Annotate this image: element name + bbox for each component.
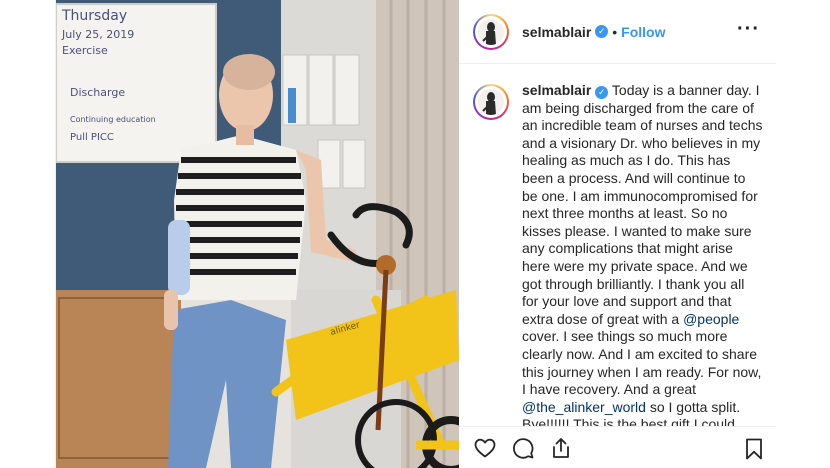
verified-badge-icon: ✓ [595,25,609,38]
verified-badge-icon: ✓ [595,86,609,99]
bookmark-icon[interactable] [742,437,766,461]
caption-comment: selmablair ✓ Today is a banner day. I am … [473,82,773,426]
post-header: selmablair ✓ • Follow ··· [459,0,776,64]
caption-avatar[interactable] [473,84,509,120]
whiteboard-line3: Exercise [62,44,108,57]
username[interactable]: selmablair [522,24,591,40]
whiteboard-line4: Discharge [70,86,125,99]
hospital-room-photo: Thursday July 25, 2019 Exercise Discharg… [56,0,459,468]
caption-part-1: Today is a banner day. I am being discha… [522,82,763,327]
mention-people[interactable]: @people [683,311,739,327]
caption-username[interactable]: selmablair [522,82,591,98]
whiteboard-line1: Thursday [61,8,127,24]
avatar-image [478,18,504,45]
avatar-image [478,89,504,115]
separator-dot: • [612,23,618,40]
instagram-post: Thursday July 25, 2019 Exercise Discharg… [55,0,776,468]
heart-icon[interactable] [473,436,497,460]
whiteboard-line2: July 25, 2019 [61,28,134,41]
post-sidebar: selmablair ✓ • Follow ··· selmablair ✓ To… [459,0,776,468]
whiteboard-line5: Continuing education [70,115,156,124]
mention-alinker[interactable]: @the_alinker_world [522,399,646,415]
post-photo[interactable]: Thursday July 25, 2019 Exercise Discharg… [56,0,459,468]
action-bar [459,426,776,468]
follow-button[interactable]: Follow [621,24,665,40]
whiteboard-line6: Pull PICC [70,132,114,143]
avatar[interactable] [473,13,509,50]
caption-part-2: cover. I see things so much more clearly… [522,328,762,398]
share-icon[interactable] [549,436,573,460]
avatar-silhouette-icon [482,21,496,45]
more-options-icon[interactable]: ··· [737,19,760,39]
caption-text: selmablair ✓ Today is a banner day. I am … [522,82,764,426]
comment-icon[interactable] [511,436,535,460]
avatar-silhouette-icon [482,92,496,115]
